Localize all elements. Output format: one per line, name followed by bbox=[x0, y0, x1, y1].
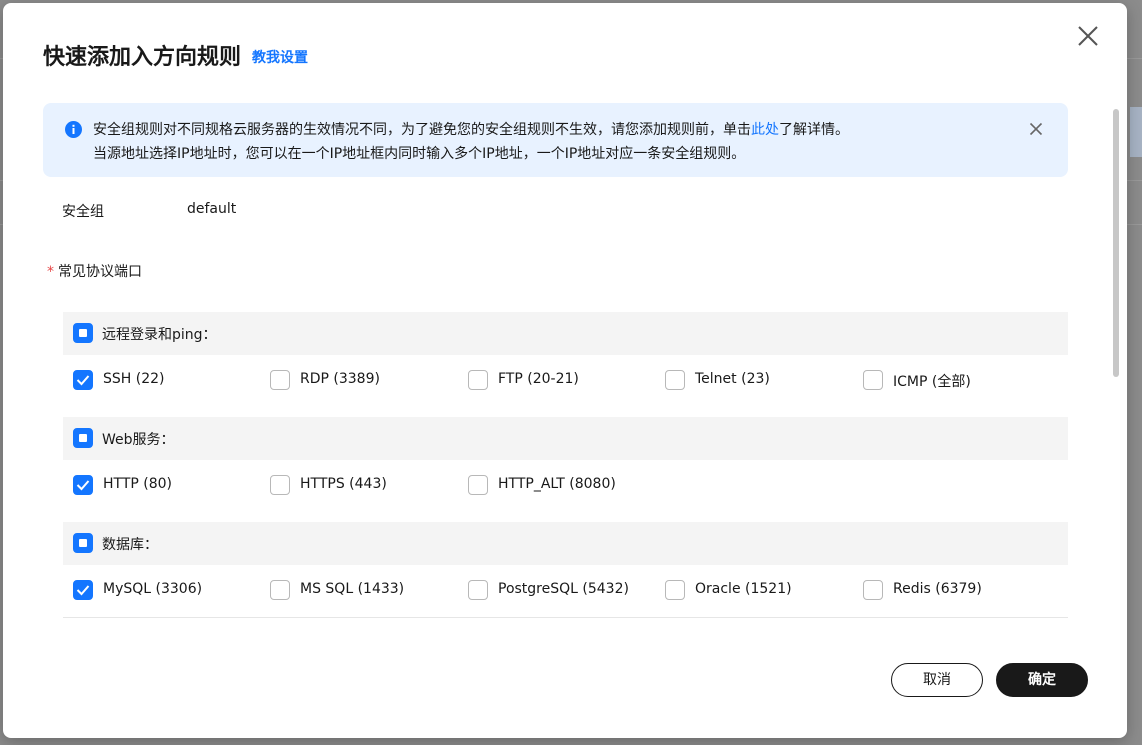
option-icmp[interactable]: ICMP (全部) bbox=[863, 369, 1043, 391]
checkbox-mssql[interactable] bbox=[270, 580, 290, 600]
option-label: SSH (22) bbox=[103, 371, 165, 387]
checkbox-telnet[interactable] bbox=[665, 370, 685, 390]
option-http-alt[interactable]: HTTP_ALT (8080) bbox=[468, 474, 648, 496]
dialog-title: 快速添加入方向规则 bbox=[43, 45, 242, 70]
option-label: PostgreSQL (5432) bbox=[498, 581, 629, 597]
checkbox-http-alt[interactable] bbox=[468, 475, 488, 495]
option-ssh[interactable]: SSH (22) bbox=[73, 369, 253, 391]
option-label: MySQL (3306) bbox=[103, 581, 203, 597]
ports-divider bbox=[63, 617, 1068, 618]
port-group-header-remote: 远程登录和ping： bbox=[63, 312, 1068, 355]
confirm-button[interactable]: 确定 bbox=[996, 663, 1088, 697]
info-alert: 安全组规则对不同规格云服务器的生效情况不同，为了避免您的安全组规则不生效，请您添… bbox=[43, 103, 1068, 177]
checkbox-icmp[interactable] bbox=[863, 370, 883, 390]
close-icon bbox=[1078, 26, 1098, 46]
security-group-label: 安全组 bbox=[62, 204, 104, 220]
option-label: Redis (6379) bbox=[893, 581, 982, 597]
checkbox-oracle[interactable] bbox=[665, 580, 685, 600]
option-label: FTP (20-21) bbox=[498, 371, 579, 387]
quick-add-inbound-rule-dialog: 快速添加入方向规则 教我设置 安全组规则对不同规格云服务器的生效情况不同，为了避… bbox=[3, 3, 1127, 738]
info-icon bbox=[65, 121, 82, 138]
group-checkbox-database[interactable] bbox=[73, 533, 93, 553]
option-label: Telnet (23) bbox=[695, 371, 770, 387]
close-icon bbox=[1029, 122, 1043, 136]
option-mssql[interactable]: MS SQL (1433) bbox=[270, 579, 450, 601]
option-label: HTTP (80) bbox=[103, 476, 173, 492]
required-mark: * bbox=[47, 264, 54, 280]
background-highlight bbox=[1130, 107, 1142, 157]
help-setup-link[interactable]: 教我设置 bbox=[252, 47, 308, 67]
checkbox-postgresql[interactable] bbox=[468, 580, 488, 600]
option-label: HTTP_ALT (8080) bbox=[498, 476, 616, 492]
details-link[interactable]: 此处 bbox=[751, 122, 779, 138]
option-label: RDP (3389) bbox=[300, 371, 380, 387]
security-group-value: default bbox=[187, 201, 237, 217]
port-group-header-database: 数据库： bbox=[63, 522, 1068, 565]
checkbox-ssh[interactable] bbox=[73, 370, 93, 390]
option-redis[interactable]: Redis (6379) bbox=[863, 579, 1043, 601]
check-icon bbox=[76, 480, 90, 491]
checkbox-mysql[interactable] bbox=[73, 580, 93, 600]
option-label: ICMP (全部) bbox=[893, 374, 971, 390]
alert-text: 了解详情。 bbox=[779, 122, 849, 138]
option-postgresql[interactable]: PostgreSQL (5432) bbox=[468, 579, 648, 601]
cancel-button[interactable]: 取消 bbox=[891, 663, 983, 697]
group-checkbox-web[interactable] bbox=[73, 428, 93, 448]
checkbox-rdp[interactable] bbox=[270, 370, 290, 390]
checkbox-https[interactable] bbox=[270, 475, 290, 495]
group-checkbox-remote[interactable] bbox=[73, 323, 93, 343]
alert-text: 安全组规则对不同规格云服务器的生效情况不同，为了避免您的安全组规则不生效，请您添… bbox=[93, 122, 751, 138]
common-ports-label: * 常见协议端口 bbox=[47, 261, 142, 281]
option-rdp[interactable]: RDP (3389) bbox=[270, 369, 450, 391]
alert-text-line2: 当源地址选择IP地址时，您可以在一个IP地址框内同时输入多个IP地址，一个IP地… bbox=[93, 146, 746, 162]
common-ports-text: 常见协议端口 bbox=[58, 264, 142, 280]
checkbox-ftp[interactable] bbox=[468, 370, 488, 390]
option-label: MS SQL (1433) bbox=[300, 581, 405, 597]
group-label-database: 数据库： bbox=[102, 537, 158, 553]
close-dialog-button[interactable] bbox=[1073, 21, 1103, 51]
close-alert-button[interactable] bbox=[1028, 121, 1044, 137]
check-icon bbox=[76, 375, 90, 386]
check-icon bbox=[76, 585, 90, 596]
checkbox-redis[interactable] bbox=[863, 580, 883, 600]
option-label: HTTPS (443) bbox=[300, 476, 387, 492]
option-telnet[interactable]: Telnet (23) bbox=[665, 369, 845, 391]
option-oracle[interactable]: Oracle (1521) bbox=[665, 579, 845, 601]
alert-text-line1: 安全组规则对不同规格云服务器的生效情况不同，为了避免您的安全组规则不生效，请您添… bbox=[93, 119, 849, 139]
option-http[interactable]: HTTP (80) bbox=[73, 474, 253, 496]
group-label-web: Web服务： bbox=[102, 432, 175, 448]
option-ftp[interactable]: FTP (20-21) bbox=[468, 369, 648, 391]
port-group-header-web: Web服务： bbox=[63, 417, 1068, 460]
option-label: Oracle (1521) bbox=[695, 581, 792, 597]
group-label-remote: 远程登录和ping： bbox=[102, 327, 217, 343]
scrollbar-thumb[interactable] bbox=[1113, 109, 1119, 377]
option-mysql[interactable]: MySQL (3306) bbox=[73, 579, 253, 601]
option-https[interactable]: HTTPS (443) bbox=[270, 474, 450, 496]
checkbox-http[interactable] bbox=[73, 475, 93, 495]
